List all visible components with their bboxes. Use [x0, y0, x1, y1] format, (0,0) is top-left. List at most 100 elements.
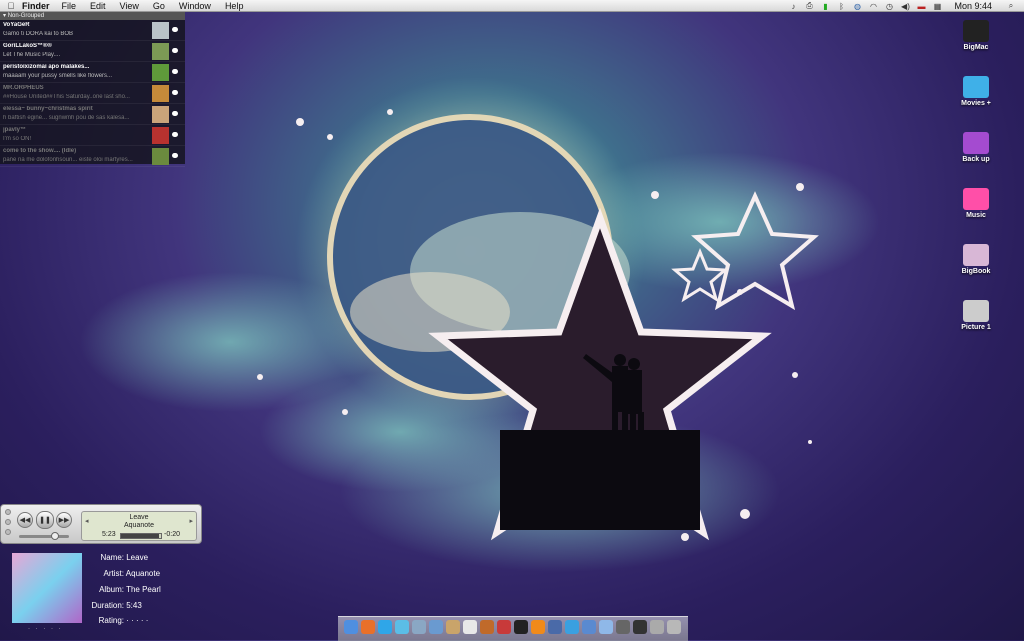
trash-icon[interactable] [667, 620, 681, 634]
buddy-avatar [152, 22, 169, 39]
vlc-icon[interactable] [531, 620, 545, 634]
lcd-left-arrow-icon[interactable]: ◂ [85, 517, 89, 525]
menu-window[interactable]: Window [179, 1, 211, 11]
lcd-right-arrow-icon[interactable]: ▸ [189, 517, 193, 525]
menu-bar:  Finder File Edit View Go Window Help ♪… [0, 0, 1024, 12]
skype-icon[interactable] [378, 620, 392, 634]
address-book-icon[interactable] [446, 620, 460, 634]
buddy-row[interactable]: jpavly™ I'm so ON! [0, 125, 185, 146]
menu-go[interactable]: Go [153, 1, 165, 11]
drive-icon [963, 244, 989, 266]
battery-icon[interactable]: ▮ [818, 2, 832, 11]
buddy-avatar [152, 148, 169, 165]
buddy-name: GoriLLakoS™®® [3, 43, 52, 49]
lcd-song: Leave [129, 514, 149, 521]
iphoto-icon[interactable] [429, 620, 443, 634]
buddy-row[interactable]: elessa~ bunny~christmas spirit h baftish … [0, 104, 185, 125]
group-header[interactable]: ▾ Non-Grouped [0, 12, 185, 20]
buddy-status: h baftish egine... sugnwmh pou de sas ka… [3, 115, 130, 121]
safari-icon[interactable] [395, 620, 409, 634]
globe-icon[interactable]: ◍ [850, 2, 864, 11]
track-name: Leave [126, 553, 149, 562]
progress-fill [121, 534, 159, 538]
preview-icon[interactable] [412, 620, 426, 634]
buddy-row[interactable]: MR.ORPHEUS ##House United##This Saturday.… [0, 83, 185, 104]
progress-bar[interactable] [120, 533, 162, 539]
buddy-avatar [152, 85, 169, 102]
status-bubble-icon [172, 69, 178, 74]
xcode-icon[interactable] [548, 620, 562, 634]
finder-icon[interactable] [344, 620, 358, 634]
buddy-status: ##House United##This Saturday..one last … [3, 94, 130, 100]
album-art-dots: · · · · · [28, 626, 63, 632]
buddy-name: VoYaGeR [3, 22, 30, 28]
buddy-row[interactable]: VoYaGeR Gamo ti DORA kai to BOB [0, 20, 185, 41]
desktop-icon-bigmac[interactable]: BigMac [946, 20, 1006, 51]
folder-icon[interactable] [599, 620, 613, 634]
music-icon[interactable]: ♪ [786, 2, 800, 11]
desktop-icon-label: Picture 1 [961, 324, 991, 331]
terminal-icon[interactable] [633, 620, 647, 634]
apple-icon[interactable]:  [0, 1, 22, 11]
desktop-icon-back-up[interactable]: Back up [946, 132, 1006, 163]
buddy-avatar [152, 64, 169, 81]
desktop-icon-label: Music [966, 212, 986, 219]
buddy-name: come to the show.... (Idle) [3, 148, 77, 154]
spaces-icon[interactable]: ▦ [930, 2, 944, 11]
buddy-status: I'm so ON! [3, 136, 32, 142]
camera-icon[interactable] [616, 620, 630, 634]
name-label: Name: [100, 553, 124, 562]
screen-icon[interactable] [650, 620, 664, 634]
zoom-button[interactable] [5, 529, 11, 535]
menu-help[interactable]: Help [225, 1, 244, 11]
buddy-row[interactable]: GoriLLakoS™®® Let The Music Play.... [0, 41, 185, 62]
buddy-row[interactable]: peristoixizomai apo malakes... maaaam you… [0, 62, 185, 83]
firefox-icon[interactable] [361, 620, 375, 634]
activity-icon[interactable] [582, 620, 596, 634]
status-bubble-icon [172, 111, 178, 116]
desktop-icon-music[interactable]: Music [946, 188, 1006, 219]
buddy-rows: VoYaGeR Gamo ti DORA kai to BOB GoriLLakoS… [0, 20, 185, 167]
menu-clock[interactable]: Mon 9:44 [954, 1, 992, 11]
desktop-icon-label: BigMac [963, 44, 989, 51]
drive-icon [963, 76, 989, 98]
wifi-icon[interactable]: ◠ [866, 2, 880, 11]
steam-icon[interactable] [514, 620, 528, 634]
status-bubble-icon [172, 48, 178, 53]
pause-button[interactable]: ❚❚ [36, 511, 54, 529]
buddy-status: pane na me dolofonhsoun... eiste oloi ma… [3, 157, 133, 163]
guitar-icon[interactable] [480, 620, 494, 634]
album-label: Album: [99, 585, 124, 594]
track-duration: 5:43 [126, 601, 142, 610]
menu-file[interactable]: File [62, 1, 77, 11]
track-rating: · · · · · [126, 616, 149, 625]
drive-icon [963, 300, 989, 322]
buddy-status: Let The Music Play.... [3, 52, 61, 58]
remaining-time: -0:20 [164, 531, 180, 538]
desktop-icon-movies[interactable]: Movies + [946, 76, 1006, 107]
buddy-name: peristoixizomai apo malakes... [3, 64, 90, 70]
menu-view[interactable]: View [120, 1, 139, 11]
volume-knob[interactable] [51, 532, 59, 540]
bluetooth-icon[interactable]: ᛒ [834, 2, 848, 11]
buddy-row[interactable]: come to the show.... (Idle) pane na me do… [0, 146, 185, 167]
printer-icon[interactable]: ⎙ [802, 1, 816, 11]
previous-track-button[interactable]: ◀◀ [17, 512, 33, 528]
network-icon[interactable] [565, 620, 579, 634]
desktop-icon-label: Movies + [961, 100, 991, 107]
ical-icon[interactable] [463, 620, 477, 634]
close-button[interactable] [5, 509, 11, 515]
next-track-button[interactable]: ▶▶ [56, 512, 72, 528]
minimize-button[interactable] [5, 519, 11, 525]
spotlight-icon[interactable]: ⌕ [1004, 1, 1018, 11]
desktop-icon-bigbook[interactable]: BigBook [946, 244, 1006, 275]
volume-slider[interactable] [19, 532, 69, 540]
itunes-icon[interactable] [497, 620, 511, 634]
desktop-icon-picture-1[interactable]: Picture 1 [946, 300, 1006, 331]
time-machine-icon[interactable]: ◷ [882, 2, 896, 11]
volume-icon[interactable]: ◀) [898, 2, 912, 11]
flag-icon[interactable]: ▬ [914, 2, 928, 11]
menu-app-finder[interactable]: Finder [22, 1, 50, 11]
buddy-status: maaaam your pussy smells like flowers... [3, 73, 113, 79]
menu-edit[interactable]: Edit [90, 1, 106, 11]
